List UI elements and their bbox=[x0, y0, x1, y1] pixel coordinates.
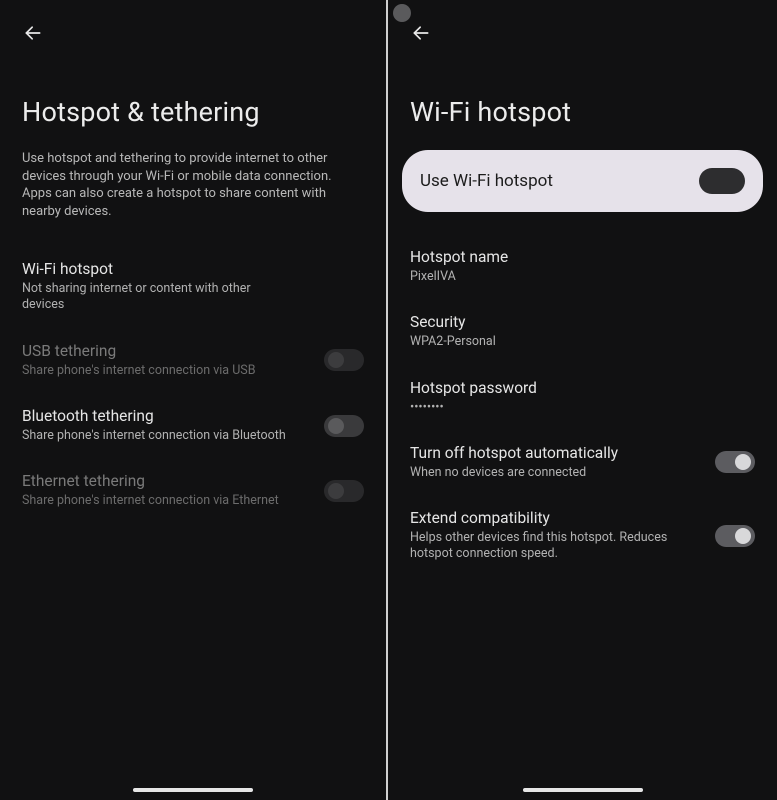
item-label: Security bbox=[410, 313, 755, 331]
nav-bar-handle[interactable] bbox=[133, 788, 253, 792]
use-wifi-hotspot-card[interactable]: Use Wi-Fi hotspot bbox=[402, 150, 763, 212]
item-ethernet-tethering: Ethernet tethering Share phone's interne… bbox=[22, 458, 364, 523]
item-hotspot-name[interactable]: Hotspot name PixelIVA bbox=[410, 234, 755, 299]
item-wifi-hotspot[interactable]: Wi-Fi hotspot Not sharing internet or co… bbox=[22, 246, 364, 328]
item-label: USB tethering bbox=[22, 342, 304, 360]
item-extend-compatibility[interactable]: Extend compatibility Helps other devices… bbox=[410, 495, 755, 577]
toggle-bluetooth-tethering[interactable] bbox=[324, 415, 364, 437]
item-sub: Share phone's internet connection via Et… bbox=[22, 493, 292, 509]
arrow-left-icon bbox=[411, 23, 431, 43]
hotspot-tethering-screen: Hotspot & tethering Use hotspot and teth… bbox=[0, 0, 388, 800]
item-label: Turn off hotspot automatically bbox=[410, 444, 695, 462]
item-sub: Helps other devices find this hotspot. R… bbox=[410, 530, 680, 563]
item-auto-turn-off[interactable]: Turn off hotspot automatically When no d… bbox=[410, 430, 755, 495]
item-sub: Not sharing internet or content with oth… bbox=[22, 281, 292, 314]
item-security[interactable]: Security WPA2-Personal bbox=[410, 299, 755, 364]
wifi-hotspot-screen: Wi-Fi hotspot Use Wi-Fi hotspot Hotspot … bbox=[388, 0, 777, 800]
item-label: Wi-Fi hotspot bbox=[22, 260, 364, 278]
item-label: Ethernet tethering bbox=[22, 472, 304, 490]
item-sub: Share phone's internet connection via US… bbox=[22, 363, 292, 379]
page-title: Wi-Fi hotspot bbox=[410, 96, 755, 128]
item-label: Hotspot password bbox=[410, 379, 755, 397]
item-label: Hotspot name bbox=[410, 248, 755, 266]
item-sub: WPA2-Personal bbox=[410, 334, 680, 350]
toggle-use-wifi-hotspot[interactable] bbox=[699, 168, 745, 194]
use-wifi-hotspot-label: Use Wi-Fi hotspot bbox=[420, 171, 553, 191]
item-hotspot-password[interactable]: Hotspot password •••••••• bbox=[410, 365, 755, 430]
arrow-left-icon bbox=[23, 23, 43, 43]
item-label: Bluetooth tethering bbox=[22, 407, 304, 425]
item-sub: PixelIVA bbox=[410, 269, 680, 285]
item-sub: •••••••• bbox=[410, 400, 680, 416]
toggle-auto-turn-off[interactable] bbox=[715, 451, 755, 473]
page-title: Hotspot & tethering bbox=[22, 96, 364, 128]
toggle-usb-tethering bbox=[324, 349, 364, 371]
item-sub: When no devices are connected bbox=[410, 465, 680, 481]
item-sub: Share phone's internet connection via Bl… bbox=[22, 428, 292, 444]
item-bluetooth-tethering[interactable]: Bluetooth tethering Share phone's intern… bbox=[22, 393, 364, 458]
item-label: Extend compatibility bbox=[410, 509, 695, 527]
back-button[interactable] bbox=[22, 22, 44, 44]
toggle-extend-compatibility[interactable] bbox=[715, 525, 755, 547]
toggle-ethernet-tethering bbox=[324, 480, 364, 502]
back-button[interactable] bbox=[410, 22, 432, 44]
item-usb-tethering: USB tethering Share phone's internet con… bbox=[22, 328, 364, 393]
nav-bar-handle[interactable] bbox=[523, 788, 643, 792]
page-intro: Use hotspot and tethering to provide int… bbox=[22, 150, 364, 220]
